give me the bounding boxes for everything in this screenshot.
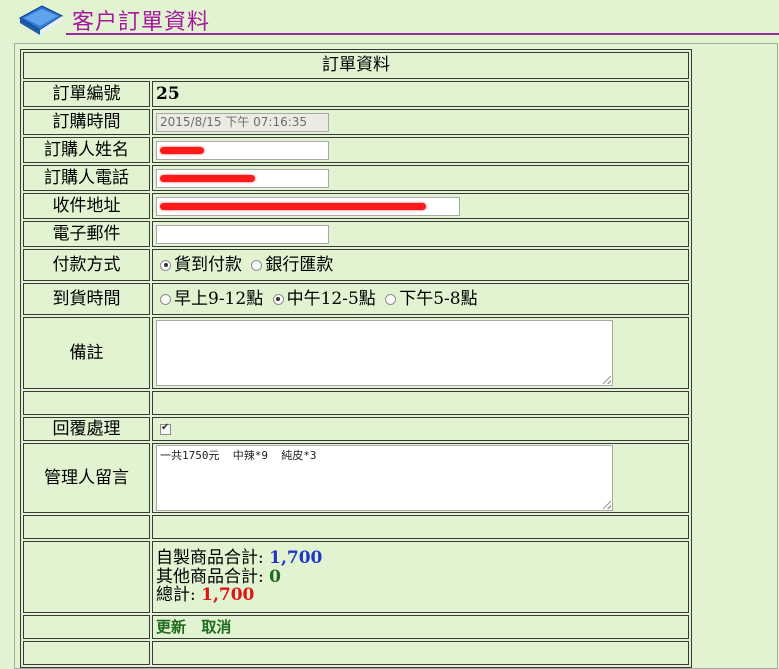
order-no-value: 25 bbox=[156, 83, 180, 104]
resize-grip[interactable] bbox=[603, 376, 611, 384]
delivery-noon-radio[interactable] bbox=[272, 293, 284, 305]
homemade-total-value: 1,700 bbox=[269, 547, 323, 568]
page-title: 客户訂單資料 bbox=[72, 10, 211, 35]
totals-cell: 自製商品合計: 1,700 其他商品合計: 0 總計: 1,700 bbox=[152, 541, 689, 613]
resize-grip[interactable] bbox=[603, 501, 611, 509]
order-time-field: 2015/8/15 下午 07:16:35 bbox=[156, 112, 329, 132]
spacer-cell bbox=[23, 391, 150, 415]
delivery-evening-label: 下午5-8點 bbox=[399, 288, 478, 309]
order-form-table: 訂單資料 訂單編號 25 訂購時間 2015/8/15 下午 07:16:35 … bbox=[20, 49, 692, 668]
page-header: 客户訂單資料 bbox=[0, 0, 779, 40]
reply-label: 回覆處理 bbox=[23, 417, 150, 441]
delivery-noon-label: 中午12-5點 bbox=[286, 288, 376, 309]
buyer-phone-label: 訂購人電話 bbox=[23, 165, 150, 191]
spacer-cell bbox=[152, 641, 689, 665]
email-field[interactable] bbox=[156, 224, 329, 244]
spacer-cell bbox=[23, 515, 150, 539]
email-label: 電子郵件 bbox=[23, 221, 150, 247]
redaction-mark bbox=[160, 146, 204, 154]
redaction-mark bbox=[160, 202, 426, 210]
remarks-textarea[interactable] bbox=[156, 320, 613, 386]
spacer-cell bbox=[23, 615, 150, 639]
other-total-value: 0 bbox=[269, 566, 281, 587]
grand-total-label: 總計: bbox=[156, 585, 196, 606]
reply-checkbox[interactable] bbox=[160, 422, 171, 435]
admin-msg-textarea[interactable]: 一共1750元 中辣*9 純皮*3 bbox=[156, 445, 613, 511]
update-link[interactable]: 更新 bbox=[156, 618, 186, 636]
spacer-cell bbox=[23, 641, 150, 665]
payment-bank-label: 銀行匯款 bbox=[265, 254, 334, 275]
title-rule bbox=[66, 33, 779, 35]
other-total-label: 其他商品合計: bbox=[156, 566, 264, 587]
address-label: 收件地址 bbox=[23, 193, 150, 219]
cancel-link[interactable]: 取消 bbox=[201, 618, 231, 636]
delivery-morning-label: 早上9-12點 bbox=[174, 288, 264, 309]
spacer-cell bbox=[23, 541, 150, 613]
form-heading: 訂單資料 bbox=[23, 52, 689, 79]
order-no-label: 訂單編號 bbox=[23, 81, 150, 107]
payment-cod-label: 貨到付款 bbox=[174, 254, 242, 275]
book-icon bbox=[18, 5, 64, 35]
remarks-label: 備註 bbox=[23, 317, 150, 389]
grand-total-value: 1,700 bbox=[201, 585, 255, 606]
delivery-morning-radio[interactable] bbox=[160, 293, 171, 305]
spacer-cell bbox=[152, 391, 689, 415]
order-time-label: 訂購時間 bbox=[23, 109, 150, 135]
buyer-name-field[interactable] bbox=[156, 140, 329, 160]
admin-msg-text: 一共1750元 中辣*9 純皮*3 bbox=[160, 449, 317, 462]
delivery-evening-radio[interactable] bbox=[385, 293, 397, 305]
homemade-total-label: 自製商品合計: bbox=[156, 547, 264, 568]
payment-cod-radio[interactable] bbox=[160, 259, 171, 271]
buyer-name-label: 訂購人姓名 bbox=[23, 137, 150, 163]
spacer-cell bbox=[152, 515, 689, 539]
payment-label: 付款方式 bbox=[23, 249, 150, 281]
delivery-label: 到貨時間 bbox=[23, 283, 150, 315]
payment-bank-radio[interactable] bbox=[251, 259, 263, 271]
buyer-phone-field[interactable] bbox=[156, 168, 329, 188]
address-field[interactable] bbox=[156, 196, 460, 216]
redaction-mark bbox=[160, 174, 255, 182]
admin-msg-label: 管理人留言 bbox=[23, 443, 150, 513]
